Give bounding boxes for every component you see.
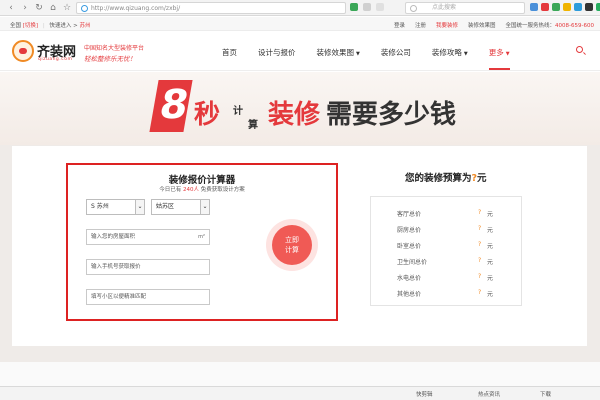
- gallery-link[interactable]: 装修效果图: [468, 21, 496, 29]
- hero-ji: 计: [233, 106, 243, 117]
- extension-icons: [530, 3, 600, 11]
- browser-search-input[interactable]: 点此搜索: [405, 2, 525, 14]
- hero-number: 8: [156, 82, 193, 128]
- budget-row-plumbing: 水电总价? 元: [397, 273, 494, 282]
- extension-icon[interactable]: [530, 3, 538, 11]
- calculator-subtitle: 今日已有 240人 免费获取设计方案: [159, 187, 245, 193]
- main-nav: 首页 设计与报价 装修效果图 ▼ 装修公司 装修攻略 ▼ 更多 ▼: [222, 47, 531, 70]
- chevron-down-icon: ⌄: [200, 200, 209, 214]
- hero-seconds: 秒: [194, 100, 221, 130]
- phone-input[interactable]: 输入手机号获取报价: [86, 259, 210, 275]
- extension-icon[interactable]: [585, 3, 593, 11]
- extension-icon[interactable]: [596, 3, 600, 11]
- status-download[interactable]: 下载: [540, 390, 551, 398]
- budget-row-bedroom: 卧室总价? 元: [397, 241, 494, 250]
- budget-row-bathroom: 卫生间总价? 元: [397, 257, 494, 266]
- hero-number-badge: 8: [149, 80, 193, 132]
- calculate-button-face: 立即 计算: [272, 225, 312, 265]
- chevron-down-icon: ⌄: [135, 200, 144, 214]
- browser-toolbar: ‹ › ↻ ⌂ ☆ http://www.qizuang.com/zxbj/ 点…: [0, 0, 600, 16]
- browser-search-placeholder: 点此搜索: [432, 4, 457, 11]
- caret-down-icon: ▼: [463, 51, 468, 57]
- logo-domain: qizuang.com: [38, 57, 73, 62]
- district-select[interactable]: 姑苏区 ⌄: [151, 199, 210, 215]
- extension-icon[interactable]: [563, 3, 571, 11]
- refresh-icon[interactable]: ↻: [32, 1, 46, 15]
- star-icon[interactable]: ☆: [60, 1, 74, 15]
- status-news[interactable]: 热点资讯: [478, 390, 500, 398]
- address-bar[interactable]: http://www.qizuang.com/zxbj/: [76, 2, 346, 14]
- calculator-title: 装修报价计算器: [168, 175, 236, 186]
- nav-item-guides[interactable]: 装修攻略 ▼: [432, 47, 468, 58]
- address-actions: [350, 3, 384, 11]
- lightning-icon[interactable]: [350, 3, 358, 11]
- hero-renovation: 装修: [268, 100, 321, 130]
- reader-icon[interactable]: [363, 3, 371, 11]
- current-city: 全国: [10, 23, 22, 29]
- status-quickclip[interactable]: 快剪辑: [416, 390, 433, 398]
- area-unit: m²: [198, 234, 205, 240]
- page-bottom-strip: [0, 362, 600, 386]
- search-icon: [410, 5, 417, 12]
- quick-entry-label: 快速进入 >: [49, 23, 78, 29]
- hotline: 全国统一服务热线：4008-659-600: [505, 23, 594, 29]
- extension-icon[interactable]: [552, 3, 560, 11]
- city-select[interactable]: S 苏州 ⌄: [86, 199, 145, 215]
- hero-banner: 8 秒 计 算 装修 需要多少钱: [0, 72, 600, 145]
- nav-item-design-quote[interactable]: 设计与报价: [258, 47, 296, 58]
- area-input[interactable]: 输入您的房屋面积 m²: [86, 229, 210, 245]
- site-topbar: 全国 [切换] | 快速进入 > 苏州 登录 注册 我要装修 装修效果图 全国统…: [0, 17, 600, 31]
- hero-cost-text: 需要多少钱: [326, 100, 457, 130]
- community-input[interactable]: 填写小区以便精准匹配: [86, 289, 210, 305]
- extension-icon[interactable]: [574, 3, 582, 11]
- today-count: 240人: [183, 187, 199, 193]
- search-icon[interactable]: [576, 46, 583, 53]
- slogan-line2: 轻松整修乐无忧！: [84, 55, 136, 63]
- browser-statusbar: 快剪辑 热点资讯 下载: [0, 386, 600, 400]
- slogan-line1: 中国知名大型装修平台: [84, 45, 145, 52]
- nav-item-gallery[interactable]: 装修效果图 ▼: [317, 47, 360, 58]
- home-icon[interactable]: ⌂: [46, 1, 60, 15]
- calculate-button[interactable]: 立即 计算: [266, 219, 318, 271]
- caret-down-icon: ▼: [505, 51, 510, 57]
- register-link[interactable]: 注册: [415, 21, 426, 29]
- site-header: 齐装网 qizuang.com 中国知名大型装修平台 轻松整修乐无忧！ 首页 设…: [0, 31, 600, 71]
- renovate-link[interactable]: 我要装修: [436, 21, 458, 29]
- budget-row-kitchen: 厨房总价? 元: [397, 225, 494, 234]
- url-text: http://www.qizuang.com/zxbj/: [91, 4, 181, 12]
- globe-icon: [81, 4, 88, 12]
- calculator-form: 装修报价计算器 今日已有 240人 免费获取设计方案 S 苏州 ⌄ 姑苏区 ⌄ …: [66, 163, 338, 321]
- calculate-line2: 计算: [285, 246, 299, 254]
- logo-icon[interactable]: [12, 40, 34, 62]
- budget-title: 您的装修预算为?元: [405, 173, 487, 184]
- nav-item-companies[interactable]: 装修公司: [381, 47, 411, 58]
- extension-icon[interactable]: [541, 3, 549, 11]
- hero-suan: 算: [248, 120, 258, 131]
- budget-row-other: 其他总价? 元: [397, 289, 494, 298]
- calculate-line1: 立即: [285, 236, 299, 244]
- dropdown-icon[interactable]: [376, 3, 384, 11]
- nav-item-home[interactable]: 首页: [222, 47, 237, 58]
- nav-item-more[interactable]: 更多 ▼: [488, 47, 510, 70]
- budget-row-living: 客厅总价? 元: [397, 209, 494, 218]
- budget-breakdown: 客厅总价? 元 厨房总价? 元 卧室总价? 元 卫生间总价? 元 水电总价? 元 其他总价…: [370, 196, 522, 306]
- quick-city-link[interactable]: 苏州: [80, 23, 91, 29]
- forward-icon[interactable]: ›: [18, 1, 32, 15]
- back-icon[interactable]: ‹: [4, 1, 18, 15]
- login-link[interactable]: 登录: [394, 21, 405, 29]
- switch-city-link[interactable]: [切换]: [23, 23, 38, 29]
- caret-down-icon: ▼: [356, 51, 360, 57]
